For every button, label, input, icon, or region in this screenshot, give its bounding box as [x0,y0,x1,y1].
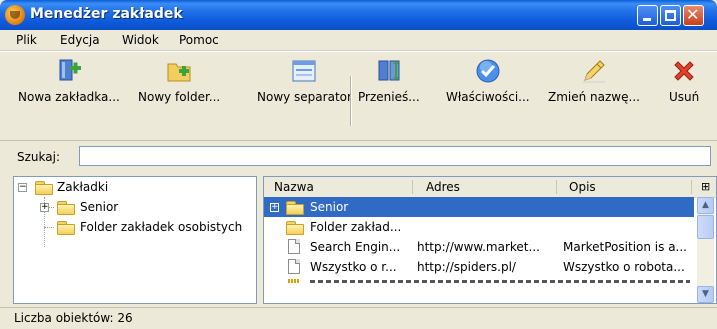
vertical-scrollbar[interactable]: ▲ ▼ [697,197,714,303]
list-row-partial[interactable] [264,277,694,283]
list-row[interactable]: Wszystko o r... http://spiders.pl/ Wszys… [264,257,694,277]
pencil-icon [581,58,607,84]
tree-item-label: Zakładki [57,180,109,194]
new-separator-label: Nowy separator [257,90,352,104]
tree-item-personal-folder[interactable]: Folder zakładek osobistych [14,217,254,237]
cell-address: http://spiders.pl/ [417,260,516,274]
cell-name: Wszystko o r... [310,260,397,274]
move-button[interactable]: Przenieś... [358,58,420,104]
maximize-button[interactable] [660,5,681,26]
new-folder-label: Nowy folder... [138,90,221,104]
folder-icon [286,221,304,235]
folder-icon [57,221,75,235]
column-divider[interactable] [691,180,692,194]
column-header-name[interactable]: Nazwa [274,180,314,194]
expand-icon[interactable]: + [270,203,279,212]
tree-item-senior[interactable]: + Senior [14,197,254,217]
column-divider[interactable] [556,180,557,194]
page-icon [288,239,300,254]
app-icon [5,5,25,25]
cell-description: MarketPosition is a... [563,240,687,254]
move-icon [376,58,402,84]
column-divider[interactable] [412,180,413,194]
rename-button[interactable]: Zmień nazwę... [548,58,640,104]
folder-open-icon [35,181,53,195]
properties-label: Właściwości... [446,90,530,104]
close-button[interactable]: ✕ [683,5,704,26]
page-icon [288,259,300,274]
list-row[interactable]: + Senior [264,197,694,217]
toolbar: Nowa zakładka... Nowy folder... Nowy sep… [0,51,717,141]
delete-button[interactable]: Usuń [669,58,699,104]
tree-item-root[interactable]: − Zakładki [14,177,254,197]
cell-name: Senior [310,200,349,214]
bookmark-list[interactable]: Nazwa Adres Opis ⊞ + Senior Folder zakła… [263,176,717,304]
menu-widok[interactable]: Widok [122,33,159,47]
minimize-icon [643,18,651,21]
collapse-icon[interactable]: − [18,183,27,192]
status-bar: Liczba obiektów: 26 [0,307,717,329]
folder-icon [57,201,75,215]
title-bar[interactable]: Menedżer zakładek ✕ [0,0,717,30]
delete-label: Usuń [669,90,700,104]
folder-icon [286,201,304,215]
new-bookmark-icon [56,58,82,84]
object-count: Liczba obiektów: 26 [14,311,133,325]
close-icon: ✕ [686,5,700,24]
menu-plik[interactable]: Plik [16,33,37,47]
move-label: Przenieś... [358,90,420,104]
column-header-description[interactable]: Opis [569,180,596,194]
new-separator-button[interactable]: Nowy separator [257,58,352,104]
truncated-row-text [310,280,690,283]
menu-edycja[interactable]: Edycja [60,33,100,47]
cell-name: Folder zakład... [310,220,402,234]
checkmark-icon [475,58,501,84]
cell-address: http://www.market... [417,240,540,254]
tree-item-label: Folder zakładek osobistych [80,220,243,234]
toolbar-separator [350,76,352,126]
column-header-address[interactable]: Adres [426,180,460,194]
scroll-up-button[interactable]: ▲ [697,197,714,214]
folder-tree[interactable]: − Zakładki + Senior Folder zakładek osob… [13,176,257,304]
menu-pomoc[interactable]: Pomoc [179,33,219,47]
search-row: Szukaj: [0,141,717,173]
search-input[interactable] [79,146,711,166]
delete-x-icon [671,58,697,84]
search-label: Szukaj: [17,150,60,164]
window-title: Menedżer zakładek [30,6,183,22]
tree-item-label: Senior [80,200,119,214]
list-header: Nazwa Adres Opis ⊞ [264,177,716,198]
rename-label: Zmień nazwę... [548,90,640,104]
cell-description: Wszystko o robota... [563,260,685,274]
menu-bar: Plik Edycja Widok Pomoc [0,30,717,51]
expand-icon[interactable]: + [40,203,49,212]
new-folder-icon [166,58,192,84]
new-folder-button[interactable]: Nowy folder... [138,58,220,104]
scroll-thumb[interactable] [697,215,714,239]
column-picker-icon[interactable]: ⊞ [701,180,710,193]
list-row[interactable]: Search Engin... http://www.market... Mar… [264,237,694,257]
new-bookmark-button[interactable]: Nowa zakładka... [18,58,120,104]
minimize-button[interactable] [637,5,658,26]
new-separator-icon [291,58,317,84]
properties-button[interactable]: Właściwości... [446,58,530,104]
rss-icon [288,279,300,283]
list-row[interactable]: Folder zakład... [264,217,694,237]
cell-name: Search Engin... [310,240,401,254]
maximize-icon [665,10,676,21]
new-bookmark-label: Nowa zakładka... [18,90,120,104]
scroll-down-button[interactable]: ▼ [697,286,714,303]
